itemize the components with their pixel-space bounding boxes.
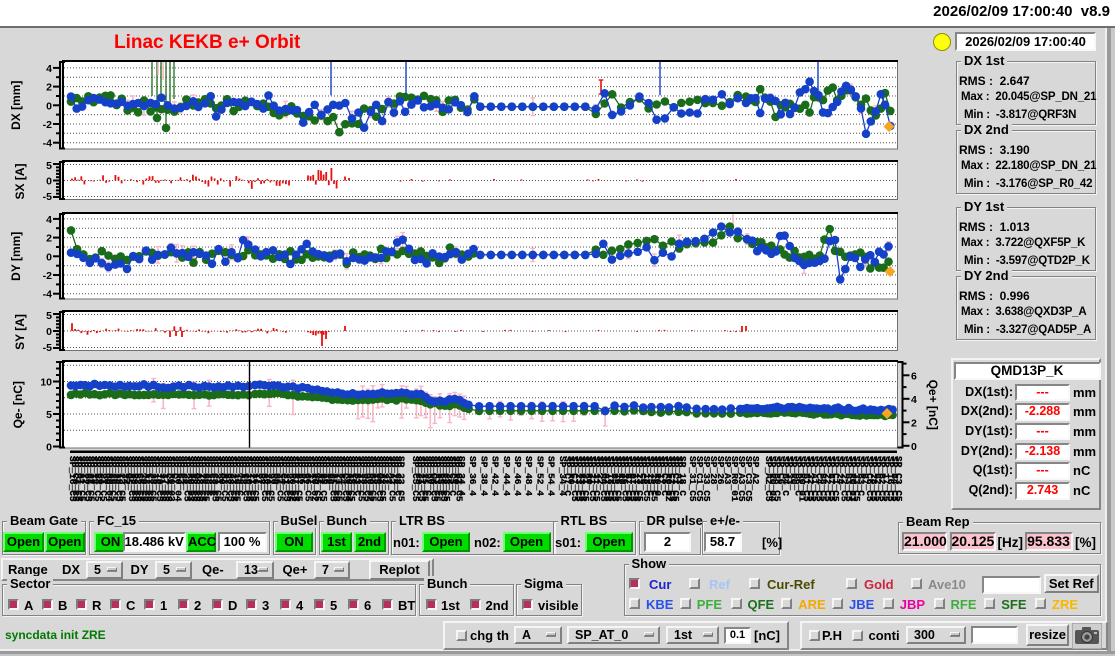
svg-text:SX [A]: SX [A] [13,163,27,199]
svg-text:Qe+ [nC]: Qe+ [nC] [926,380,940,430]
svg-text:SP_18_C: SP_18_C [677,456,688,496]
svg-text:SP_34_4: SP_34_4 [456,456,467,496]
svg-text:0: 0 [911,441,917,453]
svg-text:SP_46_4: SP_46_4 [512,456,523,496]
svg-text:-2: -2 [43,119,52,131]
svg-text:5: 5 [46,409,52,421]
svg-text:0: 0 [46,442,52,454]
svg-text:DX [mm]: DX [mm] [9,81,23,130]
svg-text:SP_52_4: SP_52_4 [534,456,545,496]
svg-text:SY [A]: SY [A] [13,314,27,350]
svg-text:5: 5 [46,310,52,322]
svg-text:DY [mm]: DY [mm] [9,232,23,281]
svg-text:-4: -4 [43,138,52,150]
svg-text:0: 0 [46,326,52,338]
svg-text:6: 6 [911,370,917,382]
svg-text:SP_48_4: SP_48_4 [523,456,534,496]
svg-text:4: 4 [46,214,52,226]
svg-text:SP_23_C5: SP_23_C5 [396,456,407,502]
svg-text:2: 2 [911,417,917,429]
svg-text:0: 0 [46,176,52,188]
svg-text:SP_44_4: SP_44_4 [501,456,512,496]
svg-text:2: 2 [46,82,52,94]
svg-text:SP_38_4: SP_38_4 [478,456,489,496]
svg-text:SP_C3_C5: SP_C3_C5 [893,456,904,502]
svg-text:5: 5 [46,160,52,172]
svg-text:-2: -2 [43,270,52,282]
svg-text:4: 4 [911,394,917,406]
svg-text:0: 0 [46,100,52,112]
svg-text:2: 2 [46,233,52,245]
svg-text:SP_36_4: SP_36_4 [467,456,478,496]
svg-text:-4: -4 [43,289,52,301]
svg-text:0: 0 [46,251,52,263]
svg-text:-5: -5 [43,191,52,203]
svg-text:SP_54_4: SP_54_4 [546,456,557,496]
svg-text:SP_A2_: SP_A2_ [750,456,761,491]
svg-text:10: 10 [40,377,52,389]
svg-text:Qe- [nC]: Qe- [nC] [11,381,25,428]
svg-text:4: 4 [46,63,52,75]
svg-text:SP_42_4: SP_42_4 [490,456,501,496]
svg-text:-5: -5 [43,342,52,354]
